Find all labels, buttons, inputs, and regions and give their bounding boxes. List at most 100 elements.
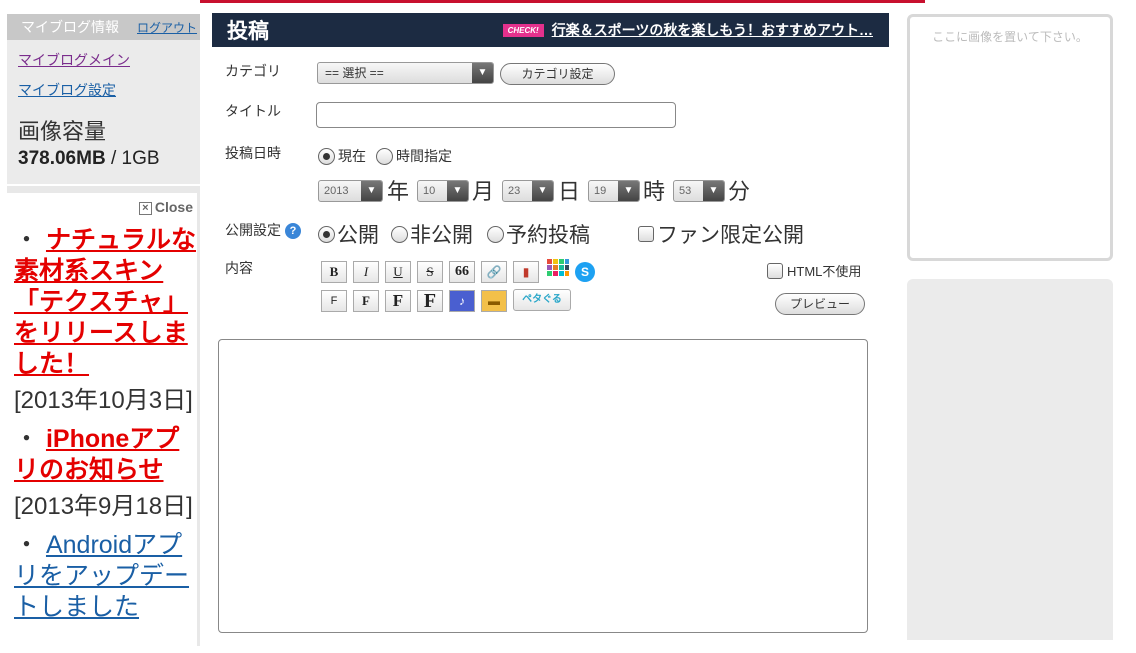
dropdown-arrow-icon: ▼ [703,181,724,201]
day-select[interactable]: 23 ▼ [502,180,554,202]
hour-unit: 時 [643,179,666,204]
news-title-link[interactable]: ナチュラルな素材系スキン「テクスチャ」をリリースしました！ [14,226,196,378]
left-sidebar: マイブログ情報 ログアウト マイブログメイン マイブログ設定 画像容量 378.… [7,14,200,653]
hour-select[interactable]: 19 ▼ [588,180,640,202]
radio-public[interactable]: 公開 [318,219,379,249]
music-icon: ♪ [459,294,465,308]
radio-public-control[interactable] [318,225,335,243]
radio-specify-time[interactable]: 時間指定 [376,146,452,166]
category-label: カテゴリ [225,63,281,79]
dropdown-arrow-icon: ▼ [447,181,468,201]
news-bullet: ・ [14,226,40,254]
page-title: 投稿 [227,20,269,43]
html-off-checkbox[interactable]: HTML不使用 [767,261,861,280]
content-editor[interactable] [218,339,868,633]
font-size-3-button[interactable]: F [385,290,411,312]
petagoru-label: ペタぐる [522,294,562,305]
sidebar-link-myblog-main[interactable]: マイブログメイン [7,44,200,74]
radio-specify-label: 時間指定 [396,148,452,164]
color-button[interactable] [545,259,571,281]
radio-scheduled-control[interactable] [487,225,504,243]
font-size-4-button[interactable]: F [417,290,443,312]
logout-link[interactable]: ログアウト [137,19,197,36]
petagoru-button[interactable]: ペタぐる [513,289,571,311]
preview-button[interactable]: プレビュー [775,293,865,315]
radio-scheduled[interactable]: 予約投稿 [487,219,590,249]
radio-private-control[interactable] [391,225,408,243]
capacity-total: / 1GB [105,148,160,169]
news-date: [2013年10月3日] [14,387,193,414]
news-date: [2013年9月18日] [14,493,193,520]
news-bullet: ・ [14,531,40,559]
month-unit: 月 [472,179,495,204]
music-button[interactable]: ♪ [449,290,475,312]
news-bullet: ・ [14,425,40,453]
title-bar: 投稿 CHECK! 行楽＆スポーツの秋を楽しもう！おすすめアウト… [212,13,889,47]
help-icon[interactable]: ? [285,223,301,240]
capacity-value: 378.06MB / 1GB [7,146,200,178]
skype-icon: S [575,262,595,282]
link-button[interactable]: 🔗 [481,261,507,283]
skype-button[interactable]: S [572,261,598,283]
gift-icon: ▮ [522,265,530,279]
fan-only-checkbox[interactable]: ファン限定公開 [638,219,804,249]
close-icon: × [138,201,152,215]
dropdown-arrow-icon: ▼ [618,181,639,201]
radio-now-control[interactable] [318,147,335,165]
radio-specify-control[interactable] [376,147,393,165]
html-off-checkbox-control[interactable] [767,262,783,279]
minute-value: 53 [679,185,692,197]
check-badge: CHECK! [502,23,544,37]
post-form: 投稿 CHECK! 行楽＆スポーツの秋を楽しもう！おすすめアウト… カテゴリ =… [212,13,889,640]
folder-button[interactable]: ▬ [481,290,507,312]
minute-select[interactable]: 53 ▼ [673,180,725,202]
dropdown-arrow-icon: ▼ [532,181,553,201]
fan-only-checkbox-control[interactable] [638,226,654,242]
minute-unit: 分 [728,179,751,204]
sidebar-header: マイブログ情報 ログアウト [7,14,200,40]
dropdown-arrow-icon: ▼ [361,181,382,201]
year-select[interactable]: 2013 ▼ [318,180,383,202]
right-panel [907,279,1113,640]
sidebar-title: マイブログ情報 [21,19,119,35]
folder-icon: ▬ [488,294,500,308]
month-value: 10 [423,185,436,197]
sidebar-link-myblog-settings[interactable]: マイブログ設定 [7,74,200,104]
italic-button[interactable]: I [353,261,379,283]
quote-button[interactable]: 66 [449,261,475,283]
news-inner: × Close ・ ナチュラルな素材系スキン「テクスチャ」をリリースしました！ [… [7,193,197,653]
check-link[interactable]: 行楽＆スポーツの秋を楽しもう！おすすめアウト… [552,20,873,40]
font-size-1-button[interactable]: F [321,290,347,312]
year-unit: 年 [387,179,410,204]
close-button[interactable]: × Close [14,199,197,225]
gift-button[interactable]: ▮ [513,261,539,283]
day-unit: 日 [558,179,581,204]
capacity-used: 378.06MB [18,148,106,169]
radio-private[interactable]: 非公開 [391,219,473,249]
radio-now[interactable]: 現在 [318,146,366,166]
title-label: タイトル [225,103,281,119]
image-drop-text: ここに画像を置いて下さい。 [932,30,1088,44]
sidebar-panel: マイブログメイン マイブログ設定 画像容量 378.06MB / 1GB [7,40,200,184]
strike-button[interactable]: S [417,261,443,283]
capacity-label: 画像容量 [18,119,107,144]
image-drop-zone[interactable]: ここに画像を置いて下さい。 [907,14,1113,261]
public-setting-label: 公開設定 [225,222,281,238]
content-label: 内容 [225,260,253,276]
hour-value: 19 [594,185,607,197]
font-size-2-button[interactable]: F [353,290,379,312]
dropdown-arrow-icon: ▼ [472,63,493,83]
bold-button[interactable]: B [321,261,347,283]
title-input[interactable] [316,102,676,128]
news-title-link[interactable]: Androidアプリをアップデートしました [14,531,189,621]
category-settings-button[interactable]: カテゴリ設定 [500,63,615,85]
news-item: ・ Androidアプリをアップデートしました [14,530,197,623]
html-off-label: HTML不使用 [787,264,862,279]
news-title-link[interactable]: iPhoneアプリのお知らせ [14,425,179,484]
category-select[interactable]: == 選択 == ▼ [317,62,494,84]
underline-button[interactable]: U [385,261,411,283]
radio-scheduled-label: 予約投稿 [506,224,590,247]
news-item: ・ iPhoneアプリのお知らせ [14,424,197,486]
month-select[interactable]: 10 ▼ [417,180,469,202]
radio-private-label: 非公開 [410,224,473,247]
